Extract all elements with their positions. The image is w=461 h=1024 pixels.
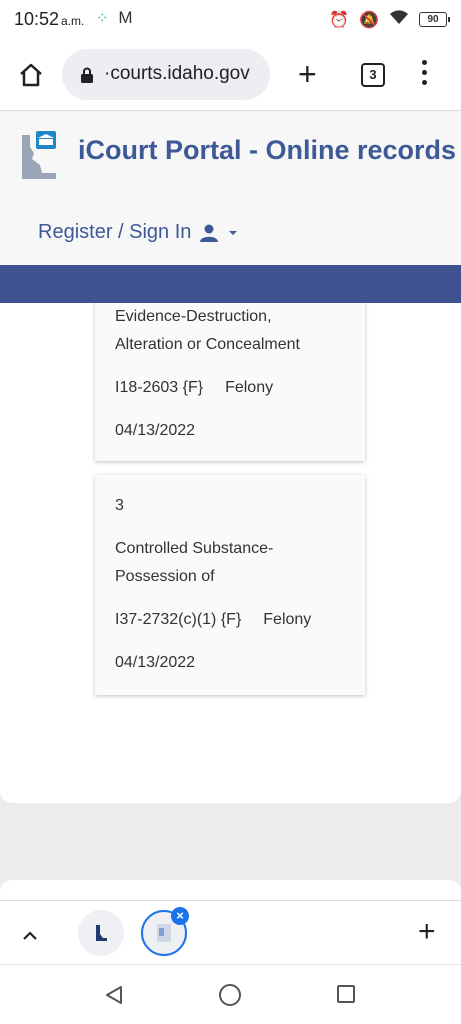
alarm-icon: ⏰ [329, 11, 350, 29]
charge-statute-row: I37-2732(c)(1) {F} Felony [115, 606, 345, 634]
url-text: ·courts.idaho.gov [104, 63, 250, 84]
charge-number: 3 [115, 497, 124, 514]
register-label: Register / Sign In [38, 221, 192, 243]
charge-statute: I37-2732(c)(1) {F} [115, 611, 242, 628]
system-icons: ⏰ 🔕 90 [329, 9, 450, 30]
charge-degree: Felony [225, 379, 274, 396]
user-icon [200, 224, 219, 242]
charge-statute: I18-2603 {F} [115, 379, 204, 396]
idaho-logo-icon [22, 131, 56, 179]
clock-ampm: a.m. [61, 14, 85, 28]
chevron-up-icon [23, 931, 37, 940]
browser-toolbar: ·courts.idaho.gov + 3 [0, 40, 461, 110]
silent-icon: 🔕 [359, 11, 379, 29]
menu-dot [421, 70, 427, 75]
android-nav-bar [0, 964, 461, 1024]
address-bar[interactable]: ·courts.idaho.gov [62, 49, 270, 100]
home-nav-button[interactable] [219, 984, 241, 1006]
caret-down-icon [229, 230, 238, 235]
expand-tabs-button[interactable] [22, 921, 38, 947]
lock-icon [81, 67, 93, 83]
gmail-icon: M [118, 8, 133, 27]
next-panel-edge [0, 880, 461, 900]
idaho-favicon-icon [96, 925, 107, 941]
wifi-icon [389, 9, 409, 30]
close-tab-button[interactable]: × [171, 907, 189, 925]
site-header: iCourt Portal - Online records Register … [0, 110, 461, 265]
charge-date: 04/13/2022 [115, 422, 196, 439]
app-notification-icon: ⁘ [96, 10, 109, 27]
site-title[interactable]: iCourt Portal - Online records [78, 135, 456, 166]
new-tab-button[interactable]: + [298, 58, 317, 90]
charge-date: 04/13/2022 [115, 654, 196, 671]
charge-description: Possession of [115, 568, 215, 585]
recents-button[interactable] [337, 985, 355, 1003]
charge-description: Evidence-Destruction, [115, 308, 272, 325]
clock-text: 10:52 [14, 9, 60, 29]
register-sign-in-link[interactable]: Register / Sign In [38, 221, 239, 244]
tab-thumbnail[interactable] [78, 910, 124, 956]
notification-icons: ⁘ M [96, 8, 132, 28]
bottom-tab-strip: × + [0, 900, 461, 964]
menu-dot [421, 60, 427, 65]
charge-description: Alteration or Concealment [115, 336, 300, 353]
charge-statute-row: I18-2603 {F} Felony [115, 374, 345, 402]
home-icon [20, 63, 42, 87]
charge-description: Controlled Substance- [115, 540, 274, 557]
idaho-courts-logo[interactable] [18, 129, 60, 186]
charge-card: 3 Controlled Substance- Possession of I3… [95, 475, 365, 695]
menu-dot [421, 80, 427, 85]
status-time: 10:52 a.m. [14, 9, 84, 30]
navigation-strip [0, 265, 461, 303]
charge-degree: Felony [263, 611, 312, 628]
home-button[interactable] [18, 62, 44, 88]
add-tab-button[interactable]: + [418, 915, 436, 949]
status-bar: 10:52 a.m. ⁘ M ⏰ 🔕 90 [0, 0, 461, 40]
battery-icon: 90 [419, 12, 450, 27]
back-icon[interactable] [105, 985, 123, 1005]
overflow-menu-button[interactable] [418, 60, 430, 90]
tab-switcher-button[interactable]: 3 [361, 63, 385, 87]
charges-content: Evidence-Destruction, Alteration or Conc… [0, 303, 461, 803]
charge-card: Evidence-Destruction, Alteration or Conc… [95, 303, 365, 461]
